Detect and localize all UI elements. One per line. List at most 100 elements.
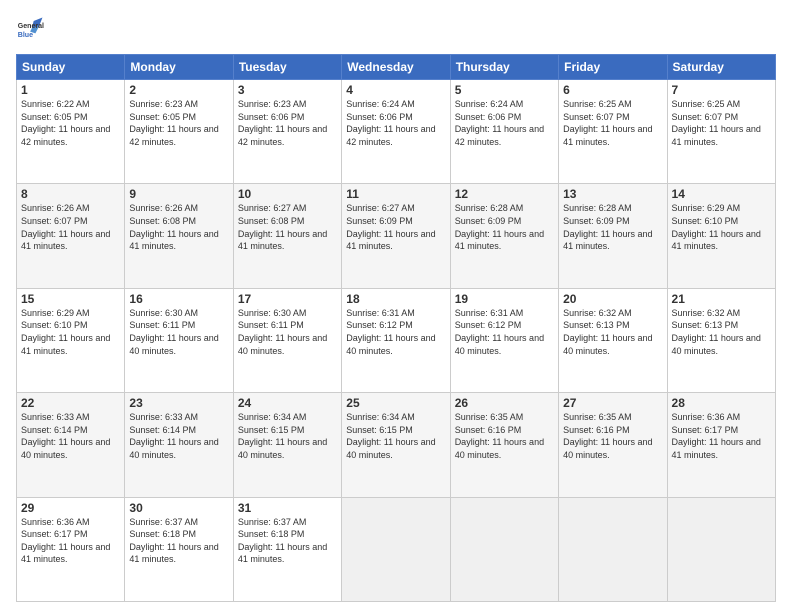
day-info: Sunrise: 6:32 AMSunset: 6:13 PMDaylight:…	[563, 308, 652, 356]
calendar-day-cell: 13 Sunrise: 6:28 AMSunset: 6:09 PMDaylig…	[559, 184, 667, 288]
day-info: Sunrise: 6:23 AMSunset: 6:05 PMDaylight:…	[129, 99, 218, 147]
day-info: Sunrise: 6:26 AMSunset: 6:07 PMDaylight:…	[21, 203, 110, 251]
day-number: 15	[21, 292, 120, 306]
calendar-day-cell: 12 Sunrise: 6:28 AMSunset: 6:09 PMDaylig…	[450, 184, 558, 288]
day-number: 11	[346, 187, 445, 201]
calendar-day-cell: 16 Sunrise: 6:30 AMSunset: 6:11 PMDaylig…	[125, 288, 233, 392]
day-info: Sunrise: 6:34 AMSunset: 6:15 PMDaylight:…	[238, 412, 327, 460]
day-info: Sunrise: 6:37 AMSunset: 6:18 PMDaylight:…	[129, 517, 218, 565]
day-number: 6	[563, 83, 662, 97]
day-info: Sunrise: 6:36 AMSunset: 6:17 PMDaylight:…	[672, 412, 761, 460]
calendar-week-row: 29 Sunrise: 6:36 AMSunset: 6:17 PMDaylig…	[17, 497, 776, 601]
calendar-day-cell: 8 Sunrise: 6:26 AMSunset: 6:07 PMDayligh…	[17, 184, 125, 288]
calendar-day-cell: 1 Sunrise: 6:22 AMSunset: 6:05 PMDayligh…	[17, 80, 125, 184]
day-number: 10	[238, 187, 337, 201]
calendar-day-cell: 29 Sunrise: 6:36 AMSunset: 6:17 PMDaylig…	[17, 497, 125, 601]
day-info: Sunrise: 6:24 AMSunset: 6:06 PMDaylight:…	[455, 99, 544, 147]
day-number: 31	[238, 501, 337, 515]
logo: General Blue	[16, 14, 46, 44]
day-number: 30	[129, 501, 228, 515]
day-info: Sunrise: 6:35 AMSunset: 6:16 PMDaylight:…	[455, 412, 544, 460]
day-number: 25	[346, 396, 445, 410]
logo-icon: General Blue	[16, 14, 46, 44]
calendar-day-cell: 26 Sunrise: 6:35 AMSunset: 6:16 PMDaylig…	[450, 393, 558, 497]
calendar-day-cell: 18 Sunrise: 6:31 AMSunset: 6:12 PMDaylig…	[342, 288, 450, 392]
day-number: 18	[346, 292, 445, 306]
calendar-day-cell: 4 Sunrise: 6:24 AMSunset: 6:06 PMDayligh…	[342, 80, 450, 184]
day-number: 12	[455, 187, 554, 201]
calendar-day-cell: 31 Sunrise: 6:37 AMSunset: 6:18 PMDaylig…	[233, 497, 341, 601]
day-number: 20	[563, 292, 662, 306]
weekday-header-thursday: Thursday	[450, 55, 558, 80]
calendar-header-row: SundayMondayTuesdayWednesdayThursdayFrid…	[17, 55, 776, 80]
day-info: Sunrise: 6:28 AMSunset: 6:09 PMDaylight:…	[455, 203, 544, 251]
calendar-day-cell	[559, 497, 667, 601]
page-container: General Blue SundayMondayTuesdayWednesda…	[0, 0, 792, 612]
calendar-day-cell: 30 Sunrise: 6:37 AMSunset: 6:18 PMDaylig…	[125, 497, 233, 601]
day-info: Sunrise: 6:32 AMSunset: 6:13 PMDaylight:…	[672, 308, 761, 356]
calendar-day-cell: 20 Sunrise: 6:32 AMSunset: 6:13 PMDaylig…	[559, 288, 667, 392]
day-number: 16	[129, 292, 228, 306]
day-number: 8	[21, 187, 120, 201]
calendar-day-cell: 11 Sunrise: 6:27 AMSunset: 6:09 PMDaylig…	[342, 184, 450, 288]
day-info: Sunrise: 6:24 AMSunset: 6:06 PMDaylight:…	[346, 99, 435, 147]
weekday-header-tuesday: Tuesday	[233, 55, 341, 80]
calendar-day-cell: 23 Sunrise: 6:33 AMSunset: 6:14 PMDaylig…	[125, 393, 233, 497]
day-info: Sunrise: 6:33 AMSunset: 6:14 PMDaylight:…	[129, 412, 218, 460]
calendar-week-row: 8 Sunrise: 6:26 AMSunset: 6:07 PMDayligh…	[17, 184, 776, 288]
day-number: 28	[672, 396, 771, 410]
weekday-header-monday: Monday	[125, 55, 233, 80]
day-info: Sunrise: 6:29 AMSunset: 6:10 PMDaylight:…	[21, 308, 110, 356]
calendar-day-cell: 7 Sunrise: 6:25 AMSunset: 6:07 PMDayligh…	[667, 80, 775, 184]
calendar-table: SundayMondayTuesdayWednesdayThursdayFrid…	[16, 54, 776, 602]
header: General Blue	[16, 14, 776, 44]
calendar-day-cell: 5 Sunrise: 6:24 AMSunset: 6:06 PMDayligh…	[450, 80, 558, 184]
day-number: 29	[21, 501, 120, 515]
calendar-day-cell: 9 Sunrise: 6:26 AMSunset: 6:08 PMDayligh…	[125, 184, 233, 288]
day-info: Sunrise: 6:22 AMSunset: 6:05 PMDaylight:…	[21, 99, 110, 147]
day-info: Sunrise: 6:33 AMSunset: 6:14 PMDaylight:…	[21, 412, 110, 460]
day-info: Sunrise: 6:31 AMSunset: 6:12 PMDaylight:…	[346, 308, 435, 356]
day-number: 21	[672, 292, 771, 306]
weekday-header-friday: Friday	[559, 55, 667, 80]
day-info: Sunrise: 6:30 AMSunset: 6:11 PMDaylight:…	[238, 308, 327, 356]
day-number: 17	[238, 292, 337, 306]
day-info: Sunrise: 6:27 AMSunset: 6:08 PMDaylight:…	[238, 203, 327, 251]
day-number: 7	[672, 83, 771, 97]
calendar-week-row: 1 Sunrise: 6:22 AMSunset: 6:05 PMDayligh…	[17, 80, 776, 184]
calendar-day-cell: 2 Sunrise: 6:23 AMSunset: 6:05 PMDayligh…	[125, 80, 233, 184]
calendar-day-cell: 14 Sunrise: 6:29 AMSunset: 6:10 PMDaylig…	[667, 184, 775, 288]
calendar-week-row: 15 Sunrise: 6:29 AMSunset: 6:10 PMDaylig…	[17, 288, 776, 392]
day-number: 14	[672, 187, 771, 201]
calendar-body: 1 Sunrise: 6:22 AMSunset: 6:05 PMDayligh…	[17, 80, 776, 602]
calendar-day-cell: 22 Sunrise: 6:33 AMSunset: 6:14 PMDaylig…	[17, 393, 125, 497]
day-info: Sunrise: 6:34 AMSunset: 6:15 PMDaylight:…	[346, 412, 435, 460]
calendar-day-cell: 6 Sunrise: 6:25 AMSunset: 6:07 PMDayligh…	[559, 80, 667, 184]
day-number: 9	[129, 187, 228, 201]
calendar-day-cell: 10 Sunrise: 6:27 AMSunset: 6:08 PMDaylig…	[233, 184, 341, 288]
day-info: Sunrise: 6:26 AMSunset: 6:08 PMDaylight:…	[129, 203, 218, 251]
day-number: 1	[21, 83, 120, 97]
calendar-week-row: 22 Sunrise: 6:33 AMSunset: 6:14 PMDaylig…	[17, 393, 776, 497]
weekday-header-sunday: Sunday	[17, 55, 125, 80]
calendar-day-cell: 21 Sunrise: 6:32 AMSunset: 6:13 PMDaylig…	[667, 288, 775, 392]
day-number: 4	[346, 83, 445, 97]
day-info: Sunrise: 6:36 AMSunset: 6:17 PMDaylight:…	[21, 517, 110, 565]
calendar-day-cell	[342, 497, 450, 601]
day-info: Sunrise: 6:25 AMSunset: 6:07 PMDaylight:…	[563, 99, 652, 147]
calendar-day-cell: 3 Sunrise: 6:23 AMSunset: 6:06 PMDayligh…	[233, 80, 341, 184]
day-info: Sunrise: 6:27 AMSunset: 6:09 PMDaylight:…	[346, 203, 435, 251]
svg-text:Blue: Blue	[18, 32, 33, 39]
day-number: 23	[129, 396, 228, 410]
calendar-day-cell: 19 Sunrise: 6:31 AMSunset: 6:12 PMDaylig…	[450, 288, 558, 392]
day-number: 19	[455, 292, 554, 306]
calendar-day-cell	[450, 497, 558, 601]
weekday-header-wednesday: Wednesday	[342, 55, 450, 80]
day-number: 13	[563, 187, 662, 201]
calendar-day-cell: 24 Sunrise: 6:34 AMSunset: 6:15 PMDaylig…	[233, 393, 341, 497]
calendar-day-cell: 15 Sunrise: 6:29 AMSunset: 6:10 PMDaylig…	[17, 288, 125, 392]
calendar-day-cell: 25 Sunrise: 6:34 AMSunset: 6:15 PMDaylig…	[342, 393, 450, 497]
day-info: Sunrise: 6:29 AMSunset: 6:10 PMDaylight:…	[672, 203, 761, 251]
day-info: Sunrise: 6:30 AMSunset: 6:11 PMDaylight:…	[129, 308, 218, 356]
day-info: Sunrise: 6:37 AMSunset: 6:18 PMDaylight:…	[238, 517, 327, 565]
